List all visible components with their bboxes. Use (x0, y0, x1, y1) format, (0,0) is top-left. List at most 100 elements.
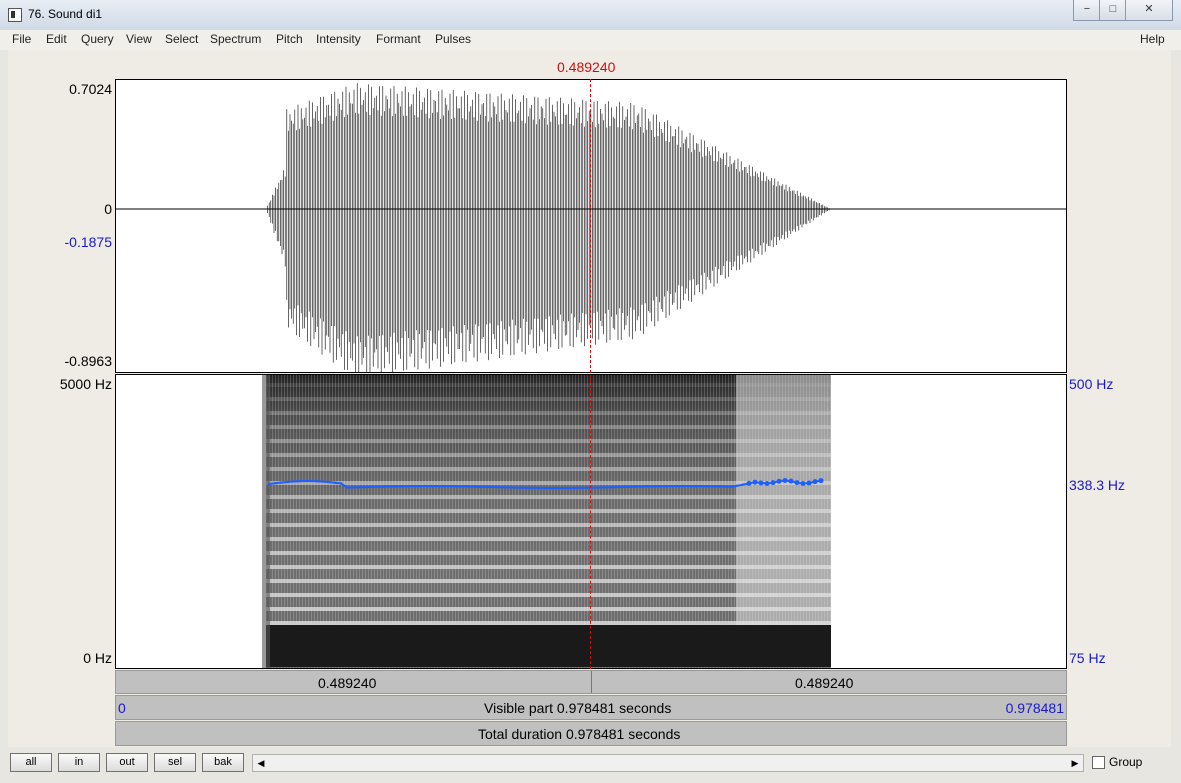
pitch-point (399, 485, 403, 488)
pitch-point (411, 484, 415, 488)
app-icon (8, 8, 22, 22)
waveform-cursor-value: -0.1875 (64, 234, 112, 250)
waveform-max-label: 0.7024 (69, 81, 112, 97)
pitch-point (579, 486, 583, 490)
pitch-point (812, 479, 818, 485)
scroll-left-arrow-icon[interactable]: ◀ (253, 755, 269, 771)
time-bar[interactable]: 0.489240 0.489240 (115, 670, 1067, 694)
time-bar-right-value: 0.489240 (795, 675, 854, 691)
menu-view[interactable]: View (126, 32, 152, 46)
menu-edit[interactable]: Edit (46, 32, 67, 46)
menu-help[interactable]: Help (1140, 32, 1165, 46)
pitch-point (489, 485, 493, 489)
pitch-point (663, 484, 667, 488)
menu-select[interactable]: Select (165, 32, 198, 46)
pitch-point (633, 485, 637, 488)
menu-pitch[interactable]: Pitch (276, 32, 303, 46)
pitch-point (429, 484, 433, 488)
pitch-point (393, 485, 397, 488)
total-duration-bar[interactable]: Total duration 0.978481 seconds (115, 721, 1067, 746)
waveform-graphic (116, 83, 1066, 372)
visible-part-bar[interactable]: 0 Visible part 0.978481 seconds 0.978481 (115, 695, 1067, 720)
minimize-button[interactable]: − (1073, 0, 1101, 21)
maximize-button[interactable]: □ (1099, 0, 1127, 21)
pitch-point (525, 486, 529, 489)
group-label: Group (1109, 755, 1143, 769)
sound-editor-window: 76. Sound di1 − □ ✕ File Edit Query View… (0, 0, 1181, 783)
waveform-zero-label: 0 (104, 201, 112, 217)
pitch-point (513, 486, 517, 489)
pitch-point (669, 484, 673, 488)
pitch-point (435, 484, 439, 488)
menu-file[interactable]: File (12, 32, 31, 46)
zoom-back-button[interactable]: bak (202, 753, 244, 772)
pitch-point (567, 486, 571, 490)
scroll-right-arrow-icon[interactable]: ▶ (1067, 755, 1083, 771)
pitch-current-label: 338.3 Hz (1069, 477, 1126, 493)
pitch-point (321, 480, 325, 483)
close-button[interactable]: ✕ (1125, 0, 1173, 21)
pitch-point (519, 486, 523, 489)
menu-query[interactable]: Query (81, 32, 114, 46)
pitch-point (549, 486, 553, 490)
pitch-point (776, 478, 782, 484)
pitch-point (687, 484, 691, 488)
pitch-point (405, 484, 409, 488)
group-checkbox[interactable] (1092, 756, 1105, 769)
pitch-point (417, 484, 421, 488)
pitch-point (764, 480, 770, 486)
pitch-point (447, 484, 451, 488)
pitch-point (327, 480, 331, 484)
zoom-sel-button[interactable]: sel (154, 753, 196, 772)
pitch-point (746, 480, 752, 486)
pitch-point (471, 485, 475, 488)
pitch-point (453, 484, 457, 488)
zoom-out-button[interactable]: out (106, 753, 148, 772)
pitch-point (699, 484, 703, 488)
pitch-point (483, 485, 487, 489)
zoom-all-button[interactable]: all (10, 753, 52, 772)
pitch-point (621, 485, 625, 489)
spectrogram-panel[interactable] (115, 374, 1067, 669)
pitch-top-label: 500 Hz (1069, 376, 1114, 392)
pitch-point (363, 485, 367, 489)
menu-formant[interactable]: Formant (376, 32, 421, 46)
pitch-point (291, 480, 295, 483)
pitch-point (369, 485, 373, 489)
pitch-point (555, 486, 559, 490)
pitch-point (788, 478, 794, 484)
pitch-point (585, 486, 589, 489)
waveform-panel[interactable] (115, 79, 1067, 373)
pitch-point (315, 480, 319, 483)
pitch-point (345, 486, 349, 489)
menu-intensity[interactable]: Intensity (316, 32, 361, 46)
horizontal-scrollbar[interactable]: ◀ ▶ (252, 754, 1084, 772)
pitch-point (561, 486, 565, 490)
pitch-point (800, 480, 806, 486)
pitch-point (729, 485, 733, 488)
menu-spectrum[interactable]: Spectrum (210, 32, 261, 46)
pitch-point (537, 486, 541, 490)
pitch-point (752, 479, 758, 485)
pitch-point (495, 485, 499, 489)
total-duration-label: Total duration 0.978481 seconds (478, 726, 681, 742)
time-bar-divider (591, 671, 592, 693)
pitch-point (303, 479, 307, 483)
pitch-point (441, 484, 445, 488)
pitch-point (735, 484, 739, 487)
pitch-point (627, 485, 631, 488)
pitch-point (615, 485, 619, 489)
pitch-point (675, 484, 679, 488)
menu-pulses[interactable]: Pulses (435, 32, 471, 46)
pitch-point (279, 481, 283, 484)
pitch-point (597, 486, 601, 489)
visible-end-label: 0.978481 (1005, 700, 1064, 716)
pitch-point (339, 482, 343, 485)
pitch-point (309, 479, 313, 483)
zoom-in-button[interactable]: in (58, 753, 100, 772)
pitch-point (806, 480, 812, 486)
pitch-point (357, 486, 361, 489)
time-bar-left-value: 0.489240 (318, 675, 377, 691)
pitch-point (645, 485, 649, 488)
pitch-point (459, 485, 463, 488)
